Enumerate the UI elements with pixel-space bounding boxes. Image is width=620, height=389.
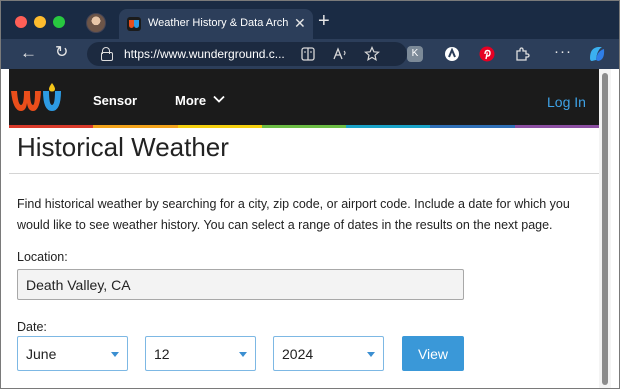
wu-logo[interactable] — [9, 83, 65, 117]
month-caret-icon — [111, 352, 119, 357]
stripe-purple — [514, 125, 599, 128]
stripe-green — [261, 125, 347, 128]
browser-window: Weather History & Data Archive ✕ + ← ↻ h… — [0, 0, 620, 389]
year-caret-icon — [367, 352, 375, 357]
month-select[interactable]: June — [17, 336, 128, 371]
pinterest-icon[interactable] — [479, 46, 495, 62]
chevron-down-icon[interactable] — [213, 95, 225, 104]
scrollbar-thumb[interactable] — [602, 73, 608, 385]
extension-circle-icon[interactable] — [444, 46, 460, 62]
stripe-blue — [430, 125, 515, 128]
navigation-bar: ← ↻ https://www.wunderground.c... K ··· — [1, 39, 619, 69]
login-link[interactable]: Log In — [547, 94, 586, 110]
year-value: 2024 — [282, 346, 314, 362]
extensions-puzzle-icon[interactable] — [514, 46, 530, 62]
tab-bar: Weather History & Data Archive ✕ + — [1, 1, 619, 39]
web-page: Sensor More Log In Historical Weather Fi… — [9, 69, 599, 388]
date-label: Date: — [17, 320, 47, 334]
lock-icon[interactable] — [101, 47, 113, 61]
reader-icon[interactable] — [301, 47, 315, 61]
nav-sensor[interactable]: Sensor — [93, 93, 137, 108]
page-title: Historical Weather — [17, 132, 229, 162]
tab-close-icon[interactable]: ✕ — [294, 14, 306, 32]
wu-favicon-icon — [127, 17, 141, 31]
rainbow-stripe — [9, 125, 599, 128]
tab-title: Weather History & Data Archive — [148, 17, 288, 29]
url-text[interactable]: https://www.wunderground.c... — [124, 47, 285, 61]
location-input[interactable] — [17, 269, 464, 300]
title-divider — [9, 173, 599, 174]
view-button[interactable]: View — [402, 336, 464, 371]
more-menu-icon[interactable]: ··· — [554, 44, 572, 60]
minimize-window-button[interactable] — [34, 16, 46, 28]
day-select[interactable]: 12 — [145, 336, 256, 371]
extension-k-icon[interactable]: K — [407, 46, 423, 62]
nav-more[interactable]: More — [175, 93, 206, 108]
year-select[interactable]: 2024 — [273, 336, 384, 371]
site-header: Sensor More Log In — [9, 69, 599, 125]
new-tab-button[interactable]: + — [318, 11, 330, 31]
page-scrollbar[interactable] — [599, 69, 611, 388]
address-bar[interactable]: https://www.wunderground.c... — [87, 42, 407, 66]
month-value: June — [26, 346, 57, 362]
favorite-star-icon[interactable] — [364, 46, 380, 62]
reload-icon[interactable]: ↻ — [55, 45, 68, 61]
read-aloud-icon[interactable] — [333, 47, 348, 61]
stripe-orange — [93, 125, 178, 128]
profile-avatar[interactable] — [86, 13, 106, 33]
stripe-yellow — [177, 125, 262, 128]
copilot-icon[interactable] — [587, 44, 607, 64]
stripe-red — [9, 125, 94, 128]
day-value: 12 — [154, 346, 170, 362]
intro-text: Find historical weather by searching for… — [17, 197, 570, 232]
day-caret-icon — [239, 352, 247, 357]
location-label: Location: — [17, 250, 68, 264]
stripe-cyan — [346, 125, 431, 128]
close-window-button[interactable] — [15, 16, 27, 28]
back-icon[interactable]: ← — [20, 44, 37, 61]
zoom-window-button[interactable] — [53, 16, 65, 28]
tab-weather-history[interactable]: Weather History & Data Archive ✕ — [119, 9, 313, 39]
